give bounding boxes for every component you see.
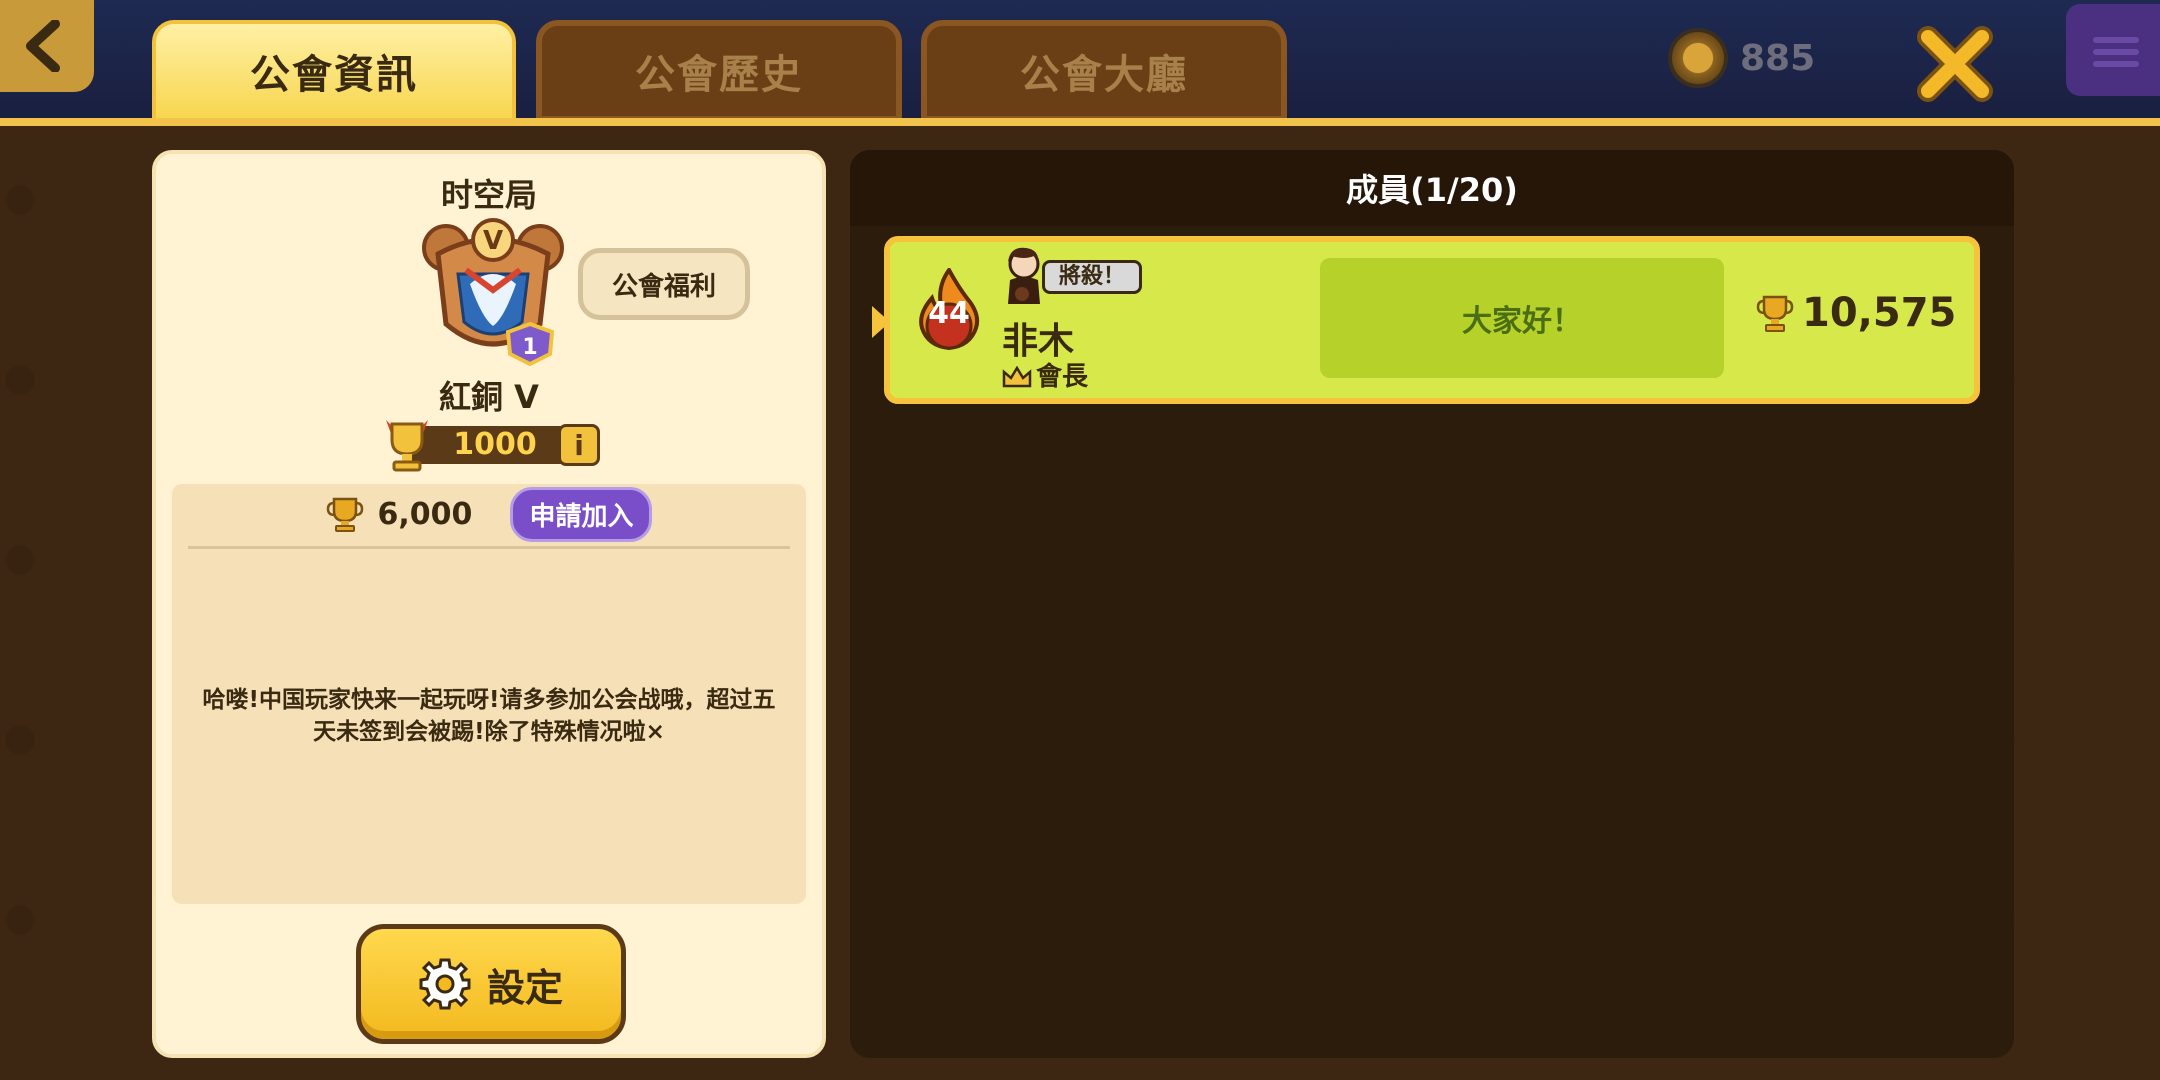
coin-icon <box>1668 28 1728 88</box>
rank-info-button[interactable]: i <box>558 424 600 466</box>
rank-trophy-icon <box>386 420 428 472</box>
close-icon <box>1917 26 1993 102</box>
members-header: 成員(1/20) <box>850 150 2014 226</box>
currency-display: 885 <box>1668 28 1848 88</box>
crown-icon <box>1002 366 1032 388</box>
tab-guild-history[interactable]: 公會歷史 <box>536 20 902 122</box>
emblem-level: 1 <box>522 335 537 360</box>
emblem-letter: V <box>483 226 503 256</box>
member-trophy-count: 10,575 <box>1802 290 1957 336</box>
member-trophies: 10,575 <box>1756 290 1956 336</box>
trophy-icon <box>326 497 363 532</box>
tab-guild-info[interactable]: 公會資訊 <box>152 20 516 122</box>
required-trophies: 6,000 <box>377 496 473 532</box>
menu-button[interactable] <box>2066 4 2160 96</box>
currency-value: 885 <box>1740 37 1816 79</box>
close-button[interactable] <box>1905 24 2005 104</box>
gear-icon <box>419 958 471 1010</box>
trophy-icon <box>1756 295 1794 332</box>
selected-indicator <box>872 306 890 338</box>
member-role: 會長 <box>1036 362 1089 392</box>
back-button[interactable] <box>0 0 94 92</box>
info-icon: i <box>574 428 584 462</box>
guild-name: 时空局 <box>440 176 537 214</box>
menu-icon <box>2093 37 2139 67</box>
guild-description: 哈喽!中国玩家快来一起玩呀!请多参加公会战哦，超过五天未签到会被踢!除了特殊情况… <box>202 687 776 745</box>
member-level: 44 <box>928 296 970 331</box>
rank-points-bar: 1000 i <box>380 420 600 472</box>
guild-info-panel: 时空局 V 1 公會福利 紅銅 V 1000 i 6,000 申請加入 哈喽!中… <box>152 150 826 1058</box>
requirements-divider <box>188 546 790 549</box>
join-type-badge: 申請加入 <box>510 486 653 542</box>
requirements-area: 6,000 申請加入 哈喽!中国玩家快来一起玩呀!请多参加公会战哦，超过五天未签… <box>172 484 806 904</box>
rank-points-value: 1000 <box>453 427 537 462</box>
guild-rank-name: 紅銅 V <box>439 378 539 416</box>
guild-emblem-icon: V 1 <box>422 218 564 367</box>
requirements-row: 6,000 申請加入 <box>172 484 806 544</box>
guild-benefit-button[interactable]: 公會福利 <box>578 248 750 320</box>
settings-button[interactable]: 設定 <box>356 924 626 1044</box>
member-title-tag: 將殺！ <box>1042 260 1143 294</box>
member-greeting: 大家好！ <box>1320 258 1724 378</box>
chevron-left-icon <box>26 20 60 72</box>
member-row[interactable]: 44 將殺！ 非木 會長 大家好！ 10,575 <box>872 236 1980 404</box>
members-panel: 成員(1/20) 44 將殺！ 非木 會長 大家好！ 10,575 <box>850 150 2014 1058</box>
settings-label: 設定 <box>486 965 563 1010</box>
top-bar-divider <box>0 118 2160 126</box>
tab-guild-hall[interactable]: 公會大廳 <box>921 20 1287 122</box>
